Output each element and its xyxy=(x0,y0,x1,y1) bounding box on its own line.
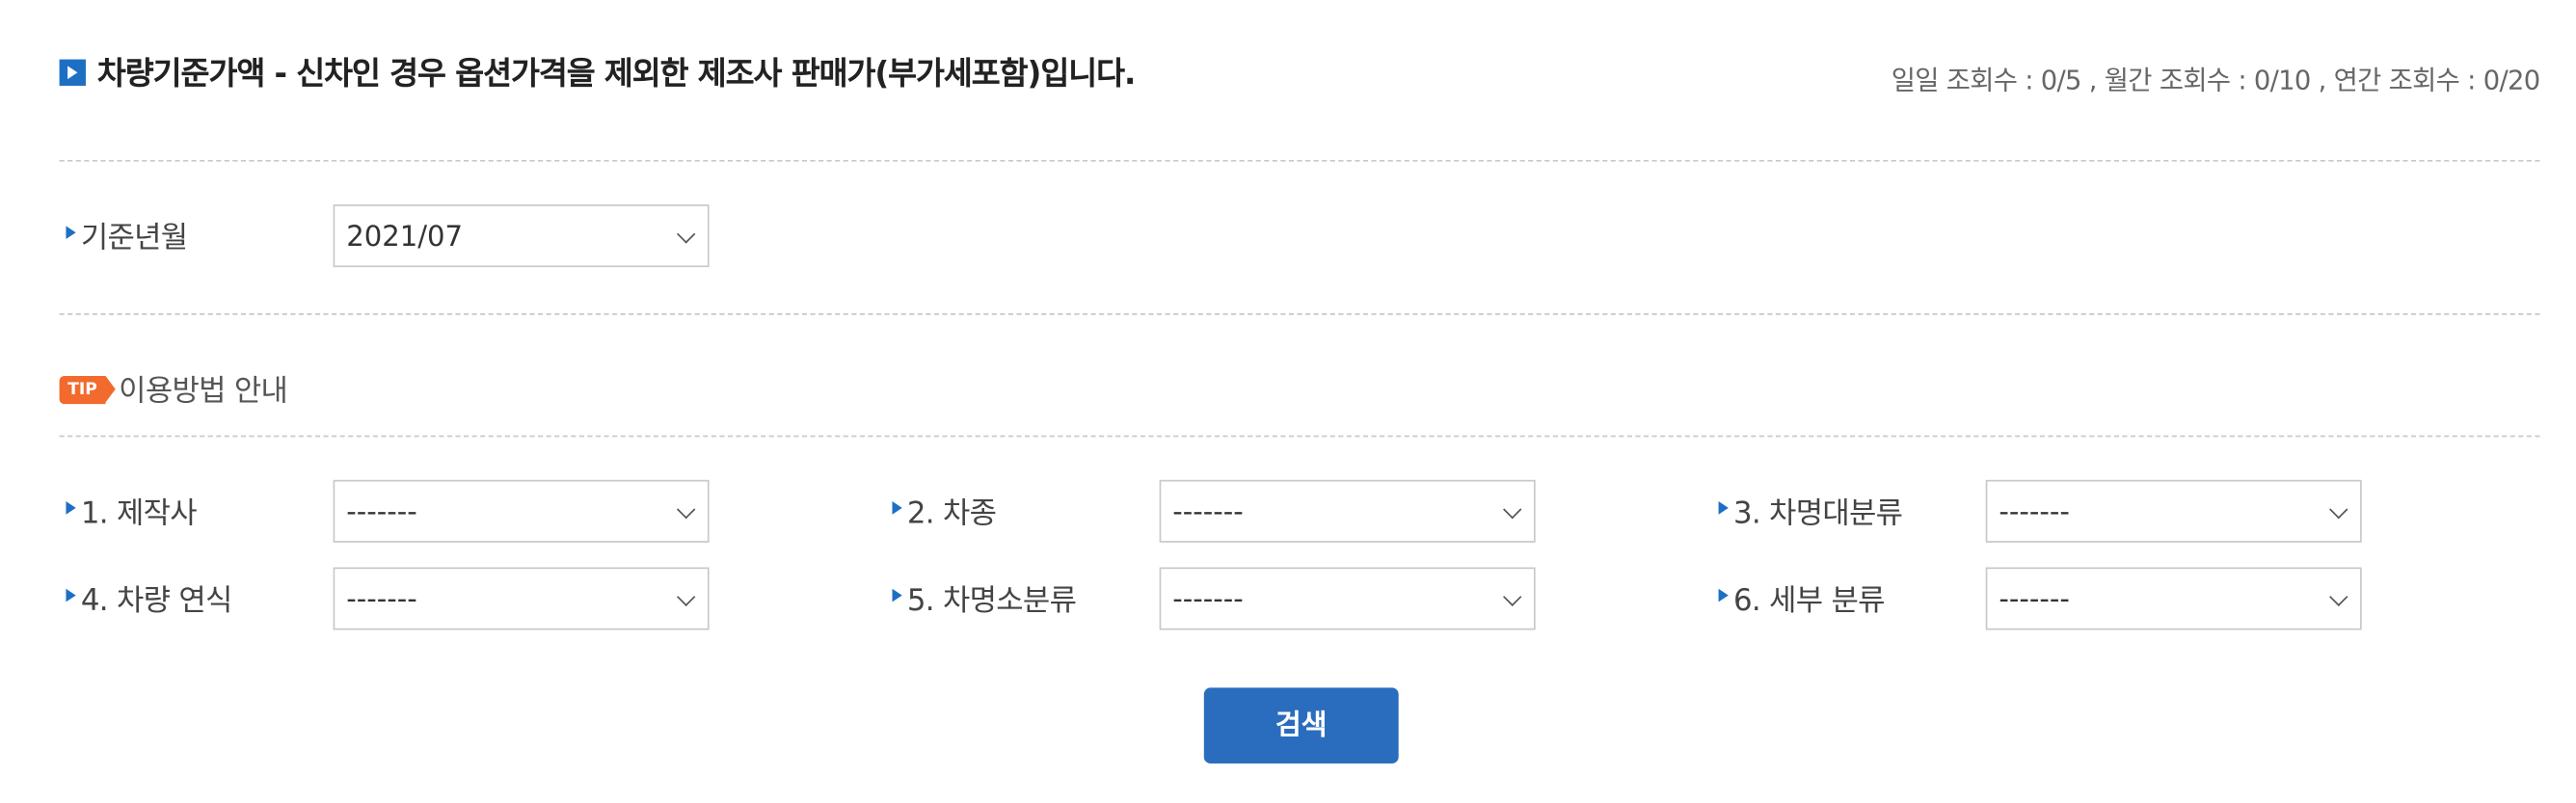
base-month-label-text: 기준년월 xyxy=(80,221,188,256)
detail-class-label-text: 6. 세부 분류 xyxy=(1732,583,1886,619)
base-month-value: 2021/07 xyxy=(346,221,464,254)
model-minor-value: ------- xyxy=(1172,583,1244,617)
bullet-triangle-icon xyxy=(66,226,76,240)
inquiry-count-text: 일일 조회수 : 0/5 , 월간 조회수 : 0/10 , 연간 조회수 : … xyxy=(1891,64,2540,96)
vehicle-price-search-panel: 차량기준가액 - 신차인 경우 옵션가격을 제외한 제조사 판매가(부가세포함)… xyxy=(0,0,2576,801)
bullet-triangle-icon xyxy=(66,501,76,515)
chevron-down-icon xyxy=(1503,587,1522,606)
vehicle-type-label: 2. 차종 xyxy=(892,490,997,532)
page-title: 차량기준가액 - 신차인 경우 옵션가격을 제외한 제조사 판매가(부가세포함)… xyxy=(96,56,1136,93)
chevron-down-icon xyxy=(676,587,696,606)
vehicle-type-select[interactable]: ------- xyxy=(1159,479,1536,543)
model-major-label: 3. 차명대분류 xyxy=(1718,490,1903,532)
base-month-select[interactable]: 2021/07 xyxy=(333,204,710,268)
model-year-label: 4. 차량 연식 xyxy=(66,577,233,620)
chevron-down-icon xyxy=(676,499,696,520)
chevron-down-icon xyxy=(676,225,696,244)
detail-class-select[interactable]: ------- xyxy=(1985,567,2362,630)
divider xyxy=(59,159,2540,162)
page-header: 차량기준가액 - 신차인 경우 옵션가격을 제외한 제조사 판매가(부가세포함)… xyxy=(59,46,2540,96)
manufacturer-value: ------- xyxy=(346,495,417,530)
tip-badge: TIP xyxy=(59,375,116,404)
bullet-triangle-icon xyxy=(892,501,902,515)
model-major-label-text: 3. 차명대분류 xyxy=(1732,495,1903,531)
search-button[interactable]: 검색 xyxy=(1203,687,1399,764)
divider xyxy=(59,435,2540,438)
manufacturer-label: 1. 제작사 xyxy=(66,490,198,532)
chevron-down-icon xyxy=(1503,499,1522,520)
base-month-label: 기준년월 xyxy=(66,214,188,256)
model-minor-label: 5. 차명소분류 xyxy=(892,577,1077,620)
manufacturer-label-text: 1. 제작사 xyxy=(80,495,198,531)
detail-class-value: ------- xyxy=(1999,583,2070,617)
model-major-select[interactable]: ------- xyxy=(1985,479,2362,543)
model-year-value: ------- xyxy=(346,583,417,617)
model-major-value: ------- xyxy=(1999,495,2070,530)
chevron-down-icon xyxy=(2329,587,2348,606)
divider xyxy=(59,313,2540,315)
title-group: 차량기준가액 - 신차인 경우 옵션가격을 제외한 제조사 판매가(부가세포함)… xyxy=(59,49,1136,94)
model-year-label-text: 4. 차량 연식 xyxy=(80,583,233,619)
model-minor-label-text: 5. 차명소분류 xyxy=(906,583,1077,619)
usage-guide-link[interactable]: TIP 이용방법 안내 xyxy=(59,367,288,410)
bullet-triangle-icon xyxy=(1718,588,1729,602)
model-year-select[interactable]: ------- xyxy=(333,567,710,630)
usage-guide-text: 이용방법 안내 xyxy=(119,374,288,410)
chevron-down-icon xyxy=(2329,499,2348,520)
vehicle-type-value: ------- xyxy=(1172,495,1244,530)
detail-class-label: 6. 세부 분류 xyxy=(1718,577,1886,620)
bullet-triangle-icon xyxy=(892,588,902,602)
model-minor-select[interactable]: ------- xyxy=(1159,567,1536,630)
bullet-triangle-icon xyxy=(1718,501,1729,515)
vehicle-type-label-text: 2. 차종 xyxy=(906,495,997,531)
bullet-triangle-icon xyxy=(66,588,76,602)
play-square-icon xyxy=(59,58,86,86)
manufacturer-select[interactable]: ------- xyxy=(333,479,710,543)
